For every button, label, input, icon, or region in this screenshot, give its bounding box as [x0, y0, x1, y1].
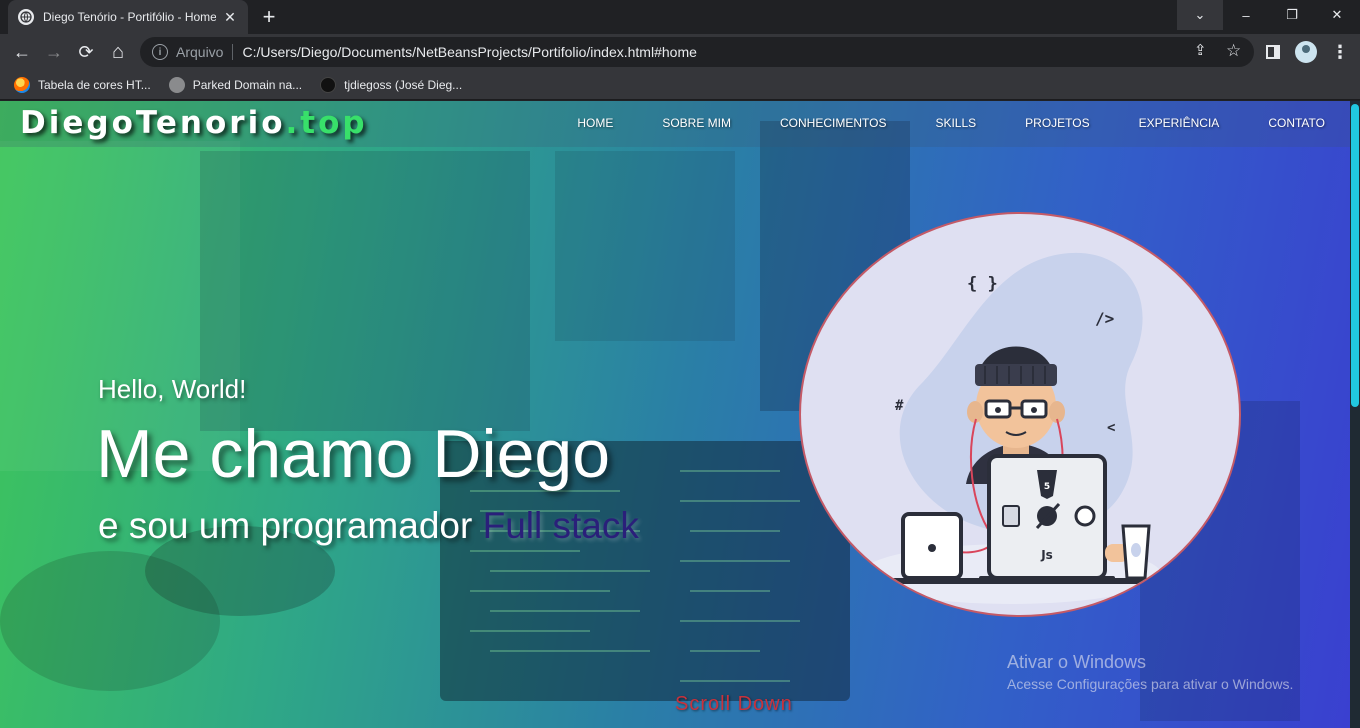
bookmark-label: Tabela de cores HT... [38, 77, 151, 92]
curly-braces-glyph: { } [967, 274, 998, 294]
close-tab-icon[interactable]: ✕ [222, 9, 238, 25]
scheme-label: Arquivo [176, 44, 224, 60]
bookmark-label: tjdiegoss (José Dieg... [344, 77, 463, 92]
nav-sobre-mim[interactable]: SOBRE MIM [662, 116, 731, 130]
hero-subtitle-highlight: Full stack [482, 505, 639, 546]
nav-conhecimentos[interactable]: CONHECIMENTOS [780, 116, 886, 130]
hero-subtitle-prefix: e sou um programador [98, 505, 483, 546]
close-window-button[interactable]: ✕ [1314, 0, 1360, 30]
hero-greeting: Hello, World! [98, 374, 247, 404]
reload-button[interactable]: ⟳ [72, 38, 100, 66]
minimize-button[interactable]: – [1223, 0, 1269, 30]
page-viewport: DiegoTenorio.top HOME SOBRE MIM CONHECIM… [0, 101, 1360, 728]
scrollbar-thumb[interactable] [1351, 104, 1359, 407]
new-tab-button[interactable]: + [256, 5, 282, 31]
home-icon: ⌂ [111, 40, 125, 63]
github-icon [320, 76, 337, 93]
nav-contato[interactable]: CONTATO [1268, 116, 1325, 130]
globe-icon [168, 76, 185, 93]
info-icon[interactable]: i [152, 44, 168, 60]
logo-tld: .top [285, 105, 368, 141]
forward-button[interactable]: → [40, 38, 68, 66]
nav-home[interactable]: HOME [577, 116, 613, 130]
omnibox-divider [232, 44, 234, 60]
globe-icon [18, 9, 34, 25]
bookmark-item[interactable]: Tabela de cores HT... [14, 76, 151, 93]
home-button[interactable]: ⌂ [104, 38, 132, 66]
hash-glyph: # [895, 398, 904, 414]
nav-skills[interactable]: SKILLS [935, 116, 976, 130]
logo-name: DiegoTenorio [20, 105, 286, 141]
side-panel-icon[interactable] [1266, 45, 1280, 59]
hero-title: Me chamo Diego [96, 416, 611, 492]
scroll-down-link[interactable]: Scroll Down [675, 693, 793, 716]
bookmark-label: Parked Domain na... [192, 77, 303, 92]
main-nav: HOME SOBRE MIM CONHECIMENTOS SKILLS PROJ… [528, 116, 1325, 130]
menu-icon[interactable]: ⋮ [1331, 41, 1349, 63]
watermark-title: Ativar o Windows [1007, 652, 1147, 672]
site-logo[interactable]: DiegoTenorio.top [20, 105, 368, 141]
bookmarks-bar: Tabela de cores HT... Parked Domain na..… [0, 70, 1360, 100]
firefox-icon [14, 76, 30, 93]
address-bar[interactable]: i Arquivo C:/Users/Diego/Documents/NetBe… [140, 37, 1254, 67]
tab-search-button[interactable]: ⌄ [1177, 0, 1223, 30]
restore-button[interactable]: ❐ [1269, 0, 1315, 30]
programmer-illustration-svg: { } /> # < 5 Js [861, 252, 1161, 604]
url-text[interactable]: C:/Users/Diego/Documents/NetBeansProject… [242, 44, 696, 60]
tab-title: Diego Tenório - Portifólio - Home [43, 10, 216, 24]
arrow-right-icon: → [45, 41, 63, 62]
reload-icon: ⟳ [78, 41, 94, 62]
back-button[interactable]: ← [8, 38, 36, 66]
developer-illustration: { } /> # < 5 Js [799, 212, 1241, 617]
page-scrollbar[interactable] [1350, 101, 1360, 728]
star-icon[interactable]: ☆ [1226, 42, 1241, 60]
arrow-left-icon: ← [13, 41, 31, 62]
nav-projetos[interactable]: PROJETOS [1025, 116, 1089, 130]
svg-text:5: 5 [1044, 482, 1050, 492]
site-header: DiegoTenorio.top HOME SOBRE MIM CONHECIM… [0, 101, 1350, 147]
hero-subtitle: e sou um programador Full stack [98, 505, 639, 547]
title-bar: Diego Tenório - Portifólio - Home ✕ + ⌄ … [0, 0, 1360, 34]
share-icon[interactable]: ⇪ [1194, 42, 1207, 60]
bookmark-item[interactable]: Parked Domain na... [168, 76, 303, 93]
nav-experiencia[interactable]: EXPERIÊNCIA [1139, 116, 1220, 130]
tag-close-glyph: /> [1095, 309, 1114, 328]
angle-bracket-glyph: < [1107, 420, 1115, 436]
active-tab[interactable]: Diego Tenório - Portifólio - Home ✕ [8, 0, 248, 34]
windows-activation-watermark: Ativar o Windows Acesse Configurações pa… [1007, 652, 1293, 692]
js-laptop-label: Js [1040, 548, 1053, 562]
profile-avatar[interactable] [1295, 41, 1317, 63]
browser-toolbar: ← → ⟳ ⌂ i Arquivo C:/Users/Diego/Documen… [0, 34, 1360, 70]
bookmark-item[interactable]: tjdiegoss (José Dieg... [320, 76, 463, 93]
watermark-subtitle: Acesse Configurações para ativar o Windo… [1007, 676, 1294, 692]
